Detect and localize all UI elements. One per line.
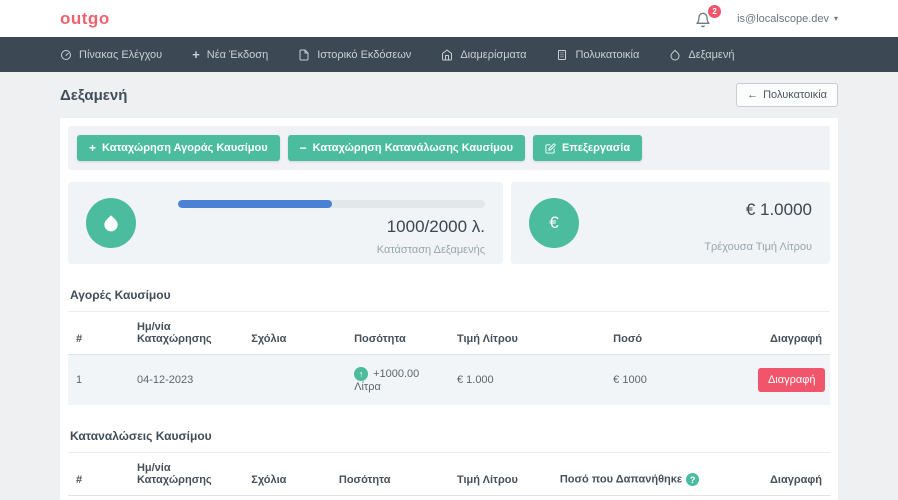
euro-circle-icon: € bbox=[529, 198, 580, 248]
col-delete: Διαγραφή bbox=[749, 312, 830, 355]
edit-button[interactable]: Επεξεργασία bbox=[533, 135, 643, 161]
edit-pencil-icon bbox=[545, 142, 556, 154]
topbar-right: 2 is@localscope.dev ▾ bbox=[695, 4, 838, 28]
price-card-body: € 1.0000 Τρέχουσα Τιμή Λίτρου bbox=[579, 198, 812, 253]
droplet-icon bbox=[670, 49, 680, 60]
col-price-per-liter: Τιμή Λίτρου bbox=[448, 453, 552, 496]
help-circle-icon[interactable]: ? bbox=[686, 473, 700, 486]
purchases-header-row: # Ημ/νία Καταχώρησης Σχόλια Ποσότητα Τιμ… bbox=[68, 312, 830, 355]
consumptions-section-title: Καταναλώσεις Καυσίμου bbox=[68, 429, 830, 453]
row-amount: € 1000 bbox=[613, 374, 647, 386]
plus-icon: + bbox=[89, 141, 97, 155]
main-content: + Καταχώρηση Αγοράς Καυσίμου − Καταχώρησ… bbox=[60, 118, 838, 500]
price-card-caption: Τρέχουσα Τιμή Λίτρου bbox=[704, 241, 812, 253]
col-delete: Διαγραφή bbox=[749, 453, 830, 496]
dashboard-icon bbox=[61, 49, 71, 60]
nav-item-dashboard[interactable]: Πίνακας Ελέγχου bbox=[60, 49, 162, 61]
nav-label: Πολυκατοικία bbox=[575, 48, 640, 61]
user-email: is@localscope.dev bbox=[737, 12, 829, 25]
plus-icon: + bbox=[192, 47, 200, 62]
row-comments bbox=[243, 355, 346, 406]
row-date: 04-12-2023 bbox=[136, 374, 194, 386]
delete-purchase-button[interactable]: Διαγραφή bbox=[757, 368, 826, 392]
arrow-up-circle-icon: ↑ bbox=[354, 367, 369, 381]
notifications-badge: 2 bbox=[708, 4, 722, 18]
nav-label: Ιστορικό Εκδόσεων bbox=[317, 48, 412, 61]
app-logo: outgo bbox=[60, 8, 110, 28]
col-quantity: Ποσότητα bbox=[346, 312, 449, 355]
nav-label: Δεξαμενή bbox=[688, 48, 735, 61]
col-comments: Σχόλια bbox=[243, 312, 347, 355]
button-label: Καταχώρηση Αγοράς Καυσίμου bbox=[102, 142, 268, 154]
tank-card-caption: Κατάσταση Δεξαμενής bbox=[376, 244, 486, 256]
col-index: # bbox=[68, 453, 129, 496]
building-icon bbox=[558, 49, 567, 60]
button-label: Επεξεργασία bbox=[562, 142, 631, 154]
col-date: Ημ/νία Καταχώρησης bbox=[128, 312, 244, 355]
button-label: Καταχώρηση Κατανάλωσης Καυσίμου bbox=[312, 142, 513, 154]
add-fuel-consumption-button[interactable]: − Καταχώρηση Κατανάλωσης Καυσίμου bbox=[287, 135, 525, 161]
consumptions-header-row: # Ημ/νία Καταχώρησης Σχόλια Ποσότητα Τιμ… bbox=[68, 453, 830, 496]
actions-panel: + Καταχώρηση Αγοράς Καυσίμου − Καταχώρησ… bbox=[68, 126, 830, 170]
notifications-button[interactable]: 2 bbox=[695, 4, 722, 28]
purchases-table: # Ημ/νία Καταχώρησης Σχόλια Ποσότητα Τιμ… bbox=[68, 312, 830, 405]
page-title-row: Δεξαμενή ← Πολυκατοικία bbox=[0, 72, 898, 118]
purchases-section-title: Αγορές Καυσίμου bbox=[68, 288, 830, 312]
tank-card-body: 1000/2000 λ. Κατάσταση Δεξαμενής bbox=[136, 198, 486, 256]
page-title: Δεξαμενή bbox=[60, 86, 128, 104]
arrow-left-icon: ← bbox=[747, 89, 759, 101]
nav-item-tank[interactable]: Δεξαμενή bbox=[669, 49, 734, 61]
row-index: 1 bbox=[76, 374, 83, 386]
nav-label: Νέα Έκδοση bbox=[206, 48, 269, 61]
col-quantity: Ποσότητα bbox=[330, 453, 449, 496]
home-icon bbox=[442, 49, 453, 60]
nav-item-building[interactable]: Πολυκατοικία bbox=[556, 49, 639, 61]
minus-icon: − bbox=[299, 141, 307, 155]
col-index: # bbox=[68, 312, 129, 355]
back-button-label: Πολυκατοικία bbox=[763, 89, 827, 101]
back-to-building-button[interactable]: ← Πολυκατοικία bbox=[736, 83, 838, 107]
tank-status-card: 1000/2000 λ. Κατάσταση Δεξαμενής bbox=[68, 182, 504, 264]
euro-glyph: € bbox=[549, 213, 559, 232]
chevron-down-icon: ▾ bbox=[833, 14, 838, 23]
row-price-per-liter: € 1.000 bbox=[456, 374, 494, 386]
nav-item-issue-history[interactable]: Ιστορικό Εκδόσεων bbox=[298, 49, 411, 61]
liter-price-card: € € 1.0000 Τρέχουσα Τιμή Λίτρου bbox=[511, 182, 830, 264]
col-date: Ημ/νία Καταχώρησης bbox=[128, 453, 244, 496]
topbar: outgo 2 is@localscope.dev ▾ bbox=[0, 0, 898, 37]
droplet-circle-icon bbox=[86, 198, 136, 248]
user-menu[interactable]: is@localscope.dev ▾ bbox=[737, 13, 838, 25]
col-amount-spent: Ποσό που Δαπανήθηκε? bbox=[551, 453, 750, 496]
nav-label: Πίνακας Ελέγχου bbox=[79, 48, 163, 61]
tank-progress-fill bbox=[178, 200, 332, 208]
main-navbar: Πίνακας Ελέγχου + Νέα Έκδοση Ιστορικό Εκ… bbox=[0, 37, 898, 72]
row-delete-cell: Διαγραφή bbox=[750, 355, 830, 406]
col-price-per-liter: Τιμή Λίτρου bbox=[448, 312, 606, 355]
summary-cards: 1000/2000 λ. Κατάσταση Δεξαμενής € € 1.0… bbox=[68, 182, 830, 264]
nav-label: Διαμερίσματα bbox=[460, 48, 527, 61]
nav-item-apartments[interactable]: Διαμερίσματα bbox=[441, 49, 526, 61]
tank-progress-bar bbox=[178, 200, 486, 208]
row-quantity: ↑ +1000.00 Λίτρα bbox=[346, 355, 449, 406]
purchase-row: 1 04-12-2023 ↑ +1000.00 Λίτρα € 1.000 € 1… bbox=[68, 354, 830, 406]
nav-item-new-issue[interactable]: + Νέα Έκδοση bbox=[192, 48, 268, 61]
col-amount: Ποσό bbox=[605, 312, 750, 355]
consumptions-table: # Ημ/νία Καταχώρησης Σχόλια Ποσότητα Τιμ… bbox=[68, 453, 830, 496]
tank-level-value: 1000/2000 λ. bbox=[386, 217, 486, 236]
add-fuel-purchase-button[interactable]: + Καταχώρηση Αγοράς Καυσίμου bbox=[77, 135, 280, 161]
col-comments: Σχόλια bbox=[243, 453, 331, 496]
file-icon bbox=[299, 49, 309, 60]
amount-spent-label: Ποσό που Δαπανήθηκε bbox=[559, 473, 683, 486]
liter-price-value: € 1.0000 bbox=[745, 200, 812, 219]
